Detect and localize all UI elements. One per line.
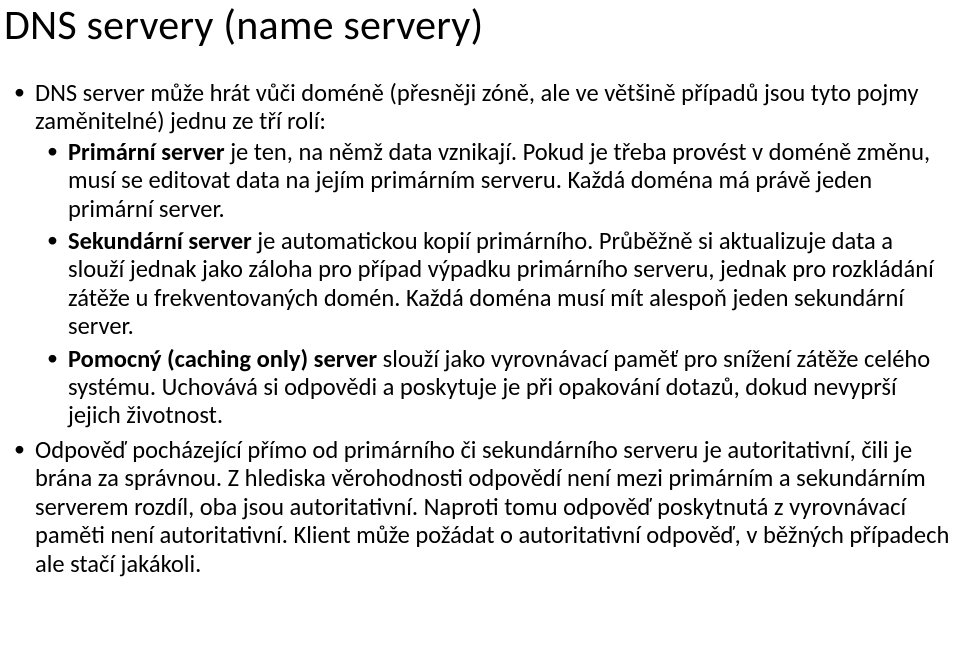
- sub-bullet-list: Primární server je ten, na němž data vzn…: [35, 138, 952, 430]
- bullet-intro-text: DNS server může hrát vůči doméně (přesně…: [35, 78, 919, 136]
- sub-bullet-caching: Pomocný (caching only) server slouží jak…: [65, 345, 952, 430]
- secondary-label: Sekundární server: [68, 226, 252, 256]
- caching-label: Pomocný (caching only) server: [68, 344, 377, 374]
- answer-text: Odpověď pocházející přímo od primárního …: [35, 435, 949, 579]
- sub-bullet-secondary: Sekundární server je automatickou kopií …: [65, 227, 952, 341]
- bullet-answer: Odpověď pocházející přímo od primárního …: [32, 436, 952, 578]
- bullet-list: DNS server může hrát vůči doméně (přesně…: [4, 79, 952, 578]
- sub-bullet-primary: Primární server je ten, na němž data vzn…: [65, 138, 952, 223]
- slide-title: DNS servery (name servery): [4, 0, 952, 51]
- bullet-intro: DNS server může hrát vůči doméně (přesně…: [32, 79, 952, 430]
- primary-label: Primární server: [68, 137, 225, 167]
- slide: DNS servery (name servery) DNS server mů…: [0, 0, 960, 578]
